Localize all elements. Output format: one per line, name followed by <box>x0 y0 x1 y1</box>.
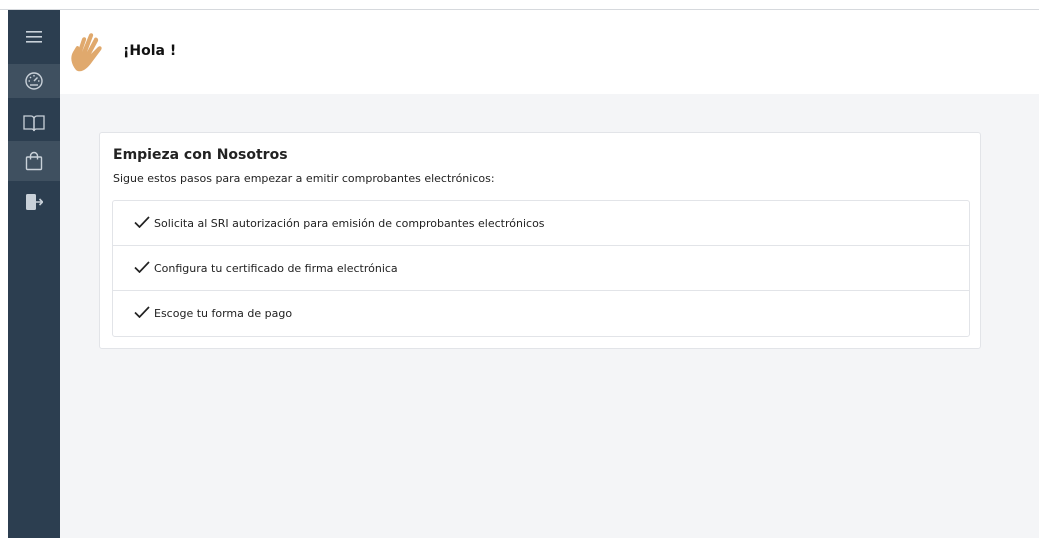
list-item[interactable]: Configura tu certificado de firma electr… <box>113 246 969 291</box>
step-label: Solicita al SRI autorización para emisió… <box>154 216 545 230</box>
shopping-bag-icon <box>25 151 43 171</box>
list-item[interactable]: Escoge tu forma de pago <box>113 291 969 336</box>
steps-list: Solicita al SRI autorización para emisió… <box>112 200 970 337</box>
logout-icon <box>25 193 43 211</box>
main-content: Empieza con Nosotros Sigue estos pasos p… <box>60 94 1039 538</box>
menu-button[interactable] <box>8 22 60 52</box>
check-icon <box>134 306 150 321</box>
list-item[interactable]: Solicita al SRI autorización para emisió… <box>113 201 969 246</box>
sidebar-item-dashboard[interactable] <box>8 64 60 98</box>
step-label: Escoge tu forma de pago <box>154 307 293 320</box>
waving-hand-icon <box>66 30 110 78</box>
sidebar-item-shop[interactable] <box>8 141 60 181</box>
greeting-title: ¡Hola ! <box>123 43 177 59</box>
header: ¡Hola ! <box>60 10 1039 94</box>
book-icon <box>23 114 45 132</box>
card-title: Empieza con Nosotros <box>113 147 288 163</box>
card-subtitle: Sigue estos pasos para empezar a emitir … <box>113 172 495 185</box>
step-label: Configura tu certificado de firma electr… <box>154 261 398 275</box>
sidebar <box>8 10 60 538</box>
check-icon <box>134 215 150 231</box>
getting-started-card: Empieza con Nosotros Sigue estos pasos p… <box>99 132 981 349</box>
check-icon <box>134 260 150 276</box>
left-edge <box>0 10 8 538</box>
dashboard-icon <box>24 71 44 91</box>
sidebar-item-book[interactable] <box>8 106 60 140</box>
sidebar-item-logout[interactable] <box>8 188 60 216</box>
menu-icon <box>26 30 42 44</box>
